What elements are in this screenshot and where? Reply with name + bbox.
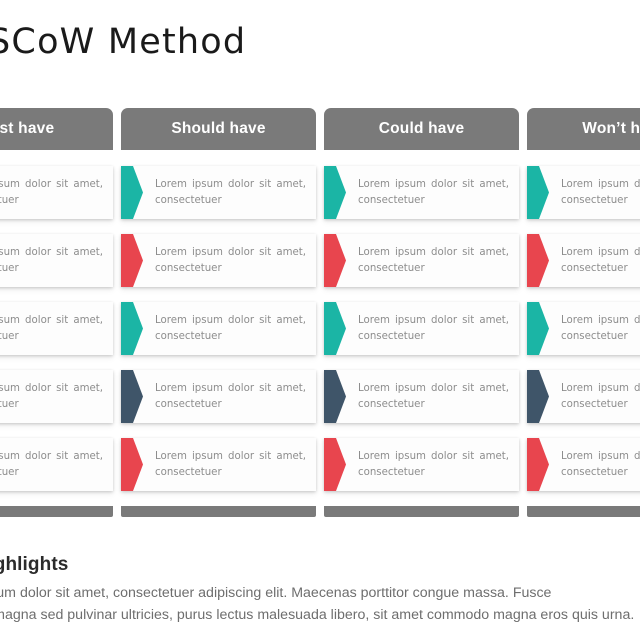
- requirement-card[interactable]: Lorem ipsum dolor sit amet, consectetuer: [0, 234, 113, 287]
- requirement-card[interactable]: Lorem ipsum dolor sit amet, consectetuer: [324, 438, 519, 491]
- chevron-red-icon: [121, 438, 143, 491]
- chevron-navy-icon: [527, 370, 549, 423]
- chevron-teal-icon: [527, 302, 549, 355]
- requirement-card[interactable]: Lorem ipsum dolor sit amet, consectetuer: [527, 234, 640, 287]
- requirement-card[interactable]: Lorem ipsum dolor sit amet, consectetuer: [324, 234, 519, 287]
- card-text: Lorem ipsum dolor sit amet, consectetuer: [358, 246, 509, 274]
- column-footer-bar: [527, 506, 640, 517]
- card-text: Lorem ipsum dolor sit amet, consectetuer: [358, 178, 509, 206]
- card-text: Lorem ipsum dolor sit amet, consectetuer: [0, 246, 103, 274]
- requirement-card[interactable]: Lorem ipsum dolor sit amet, consectetuer: [0, 438, 113, 491]
- requirement-card[interactable]: Lorem ipsum dolor sit amet, consectetuer: [527, 166, 640, 219]
- moscow-columns: Must haveLorem ipsum dolor sit amet, con…: [0, 108, 640, 517]
- card-text: Lorem ipsum dolor sit amet, consectetuer: [0, 314, 103, 342]
- requirement-card[interactable]: Lorem ipsum dolor sit amet, consectetuer: [121, 370, 316, 423]
- card-text: Lorem ipsum dolor sit amet, consectetuer: [561, 178, 640, 206]
- card-text: Lorem ipsum dolor sit amet, consectetuer: [358, 450, 509, 478]
- requirement-card[interactable]: Lorem ipsum dolor sit amet, consectetuer: [324, 166, 519, 219]
- column-footer-bar: [324, 506, 519, 517]
- column-card-list: Lorem ipsum dolor sit amet, consectetuer…: [527, 150, 640, 491]
- chevron-teal-icon: [324, 302, 346, 355]
- column-card-list: Lorem ipsum dolor sit amet, consectetuer…: [121, 150, 316, 491]
- page-title: MoSCoW Method: [0, 22, 247, 62]
- moscow-column: Must haveLorem ipsum dolor sit amet, con…: [0, 108, 113, 517]
- chevron-red-icon: [121, 234, 143, 287]
- column-footer-bar: [121, 506, 316, 517]
- column-footer-bar: [0, 506, 113, 517]
- requirement-card[interactable]: Lorem ipsum dolor sit amet, consectetuer: [0, 302, 113, 355]
- highlights-section: Key Highlights Lorem ipsum dolor sit ame…: [0, 554, 640, 626]
- highlights-title: Key Highlights: [0, 554, 69, 575]
- moscow-column: Won’t haveLorem ipsum dolor sit amet, co…: [527, 108, 640, 517]
- card-text: Lorem ipsum dolor sit amet, consectetuer: [561, 314, 640, 342]
- card-text: Lorem ipsum dolor sit amet, consectetuer: [561, 246, 640, 274]
- requirement-card[interactable]: Lorem ipsum dolor sit amet, consectetuer: [121, 166, 316, 219]
- requirement-card[interactable]: Lorem ipsum dolor sit amet, consectetuer: [527, 302, 640, 355]
- requirement-card[interactable]: Lorem ipsum dolor sit amet, consectetuer: [121, 234, 316, 287]
- column-header[interactable]: Should have: [121, 108, 316, 150]
- chevron-navy-icon: [121, 370, 143, 423]
- requirement-card[interactable]: Lorem ipsum dolor sit amet, consectetuer: [527, 370, 640, 423]
- chevron-red-icon: [527, 234, 549, 287]
- card-text: Lorem ipsum dolor sit amet, consectetuer: [561, 382, 640, 410]
- chevron-teal-icon: [324, 166, 346, 219]
- column-header[interactable]: Could have: [324, 108, 519, 150]
- chevron-teal-icon: [121, 166, 143, 219]
- card-text: Lorem ipsum dolor sit amet, consectetuer: [0, 450, 103, 478]
- requirement-card[interactable]: Lorem ipsum dolor sit amet, consectetuer: [527, 438, 640, 491]
- card-text: Lorem ipsum dolor sit amet, consectetuer: [358, 382, 509, 410]
- requirement-card[interactable]: Lorem ipsum dolor sit amet, consectetuer: [324, 370, 519, 423]
- requirement-card[interactable]: Lorem ipsum dolor sit amet, consectetuer: [121, 438, 316, 491]
- column-card-list: Lorem ipsum dolor sit amet, consectetuer…: [324, 150, 519, 491]
- card-text: Lorem ipsum dolor sit amet, consectetuer: [155, 246, 306, 274]
- requirement-card[interactable]: Lorem ipsum dolor sit amet, consectetuer: [0, 166, 113, 219]
- chevron-teal-icon: [121, 302, 143, 355]
- requirement-card[interactable]: Lorem ipsum dolor sit amet, consectetuer: [121, 302, 316, 355]
- card-text: Lorem ipsum dolor sit amet, consectetuer: [358, 314, 509, 342]
- card-text: Lorem ipsum dolor sit amet, consectetuer: [561, 450, 640, 478]
- moscow-column: Could have Lorem ipsum dolor sit amet, co…: [324, 108, 519, 517]
- chevron-red-icon: [324, 438, 346, 491]
- chevron-navy-icon: [324, 370, 346, 423]
- card-text: Lorem ipsum dolor sit amet, consectetuer: [155, 382, 306, 410]
- requirement-card[interactable]: Lorem ipsum dolor sit amet, consectetuer: [324, 302, 519, 355]
- card-text: Lorem ipsum dolor sit amet, consectetuer: [155, 178, 306, 206]
- chevron-red-icon: [527, 438, 549, 491]
- column-card-list: Lorem ipsum dolor sit amet, consectetuer…: [0, 150, 113, 491]
- column-header[interactable]: Must have: [0, 108, 113, 150]
- card-text: Lorem ipsum dolor sit amet, consectetuer: [155, 314, 306, 342]
- chevron-teal-icon: [527, 166, 549, 219]
- column-header[interactable]: Won’t have: [527, 108, 640, 150]
- chevron-red-icon: [324, 234, 346, 287]
- requirement-card[interactable]: Lorem ipsum dolor sit amet, consectetuer: [0, 370, 113, 423]
- moscow-column: Should have Lorem ipsum dolor sit amet, c…: [121, 108, 316, 517]
- card-text: Lorem ipsum dolor sit amet, consectetuer: [155, 450, 306, 478]
- card-text: Lorem ipsum dolor sit amet, consectetuer: [0, 178, 103, 206]
- card-text: Lorem ipsum dolor sit amet, consectetuer: [0, 382, 103, 410]
- highlights-body-text: Lorem ipsum dolor sit amet, consectetuer…: [0, 585, 635, 623]
